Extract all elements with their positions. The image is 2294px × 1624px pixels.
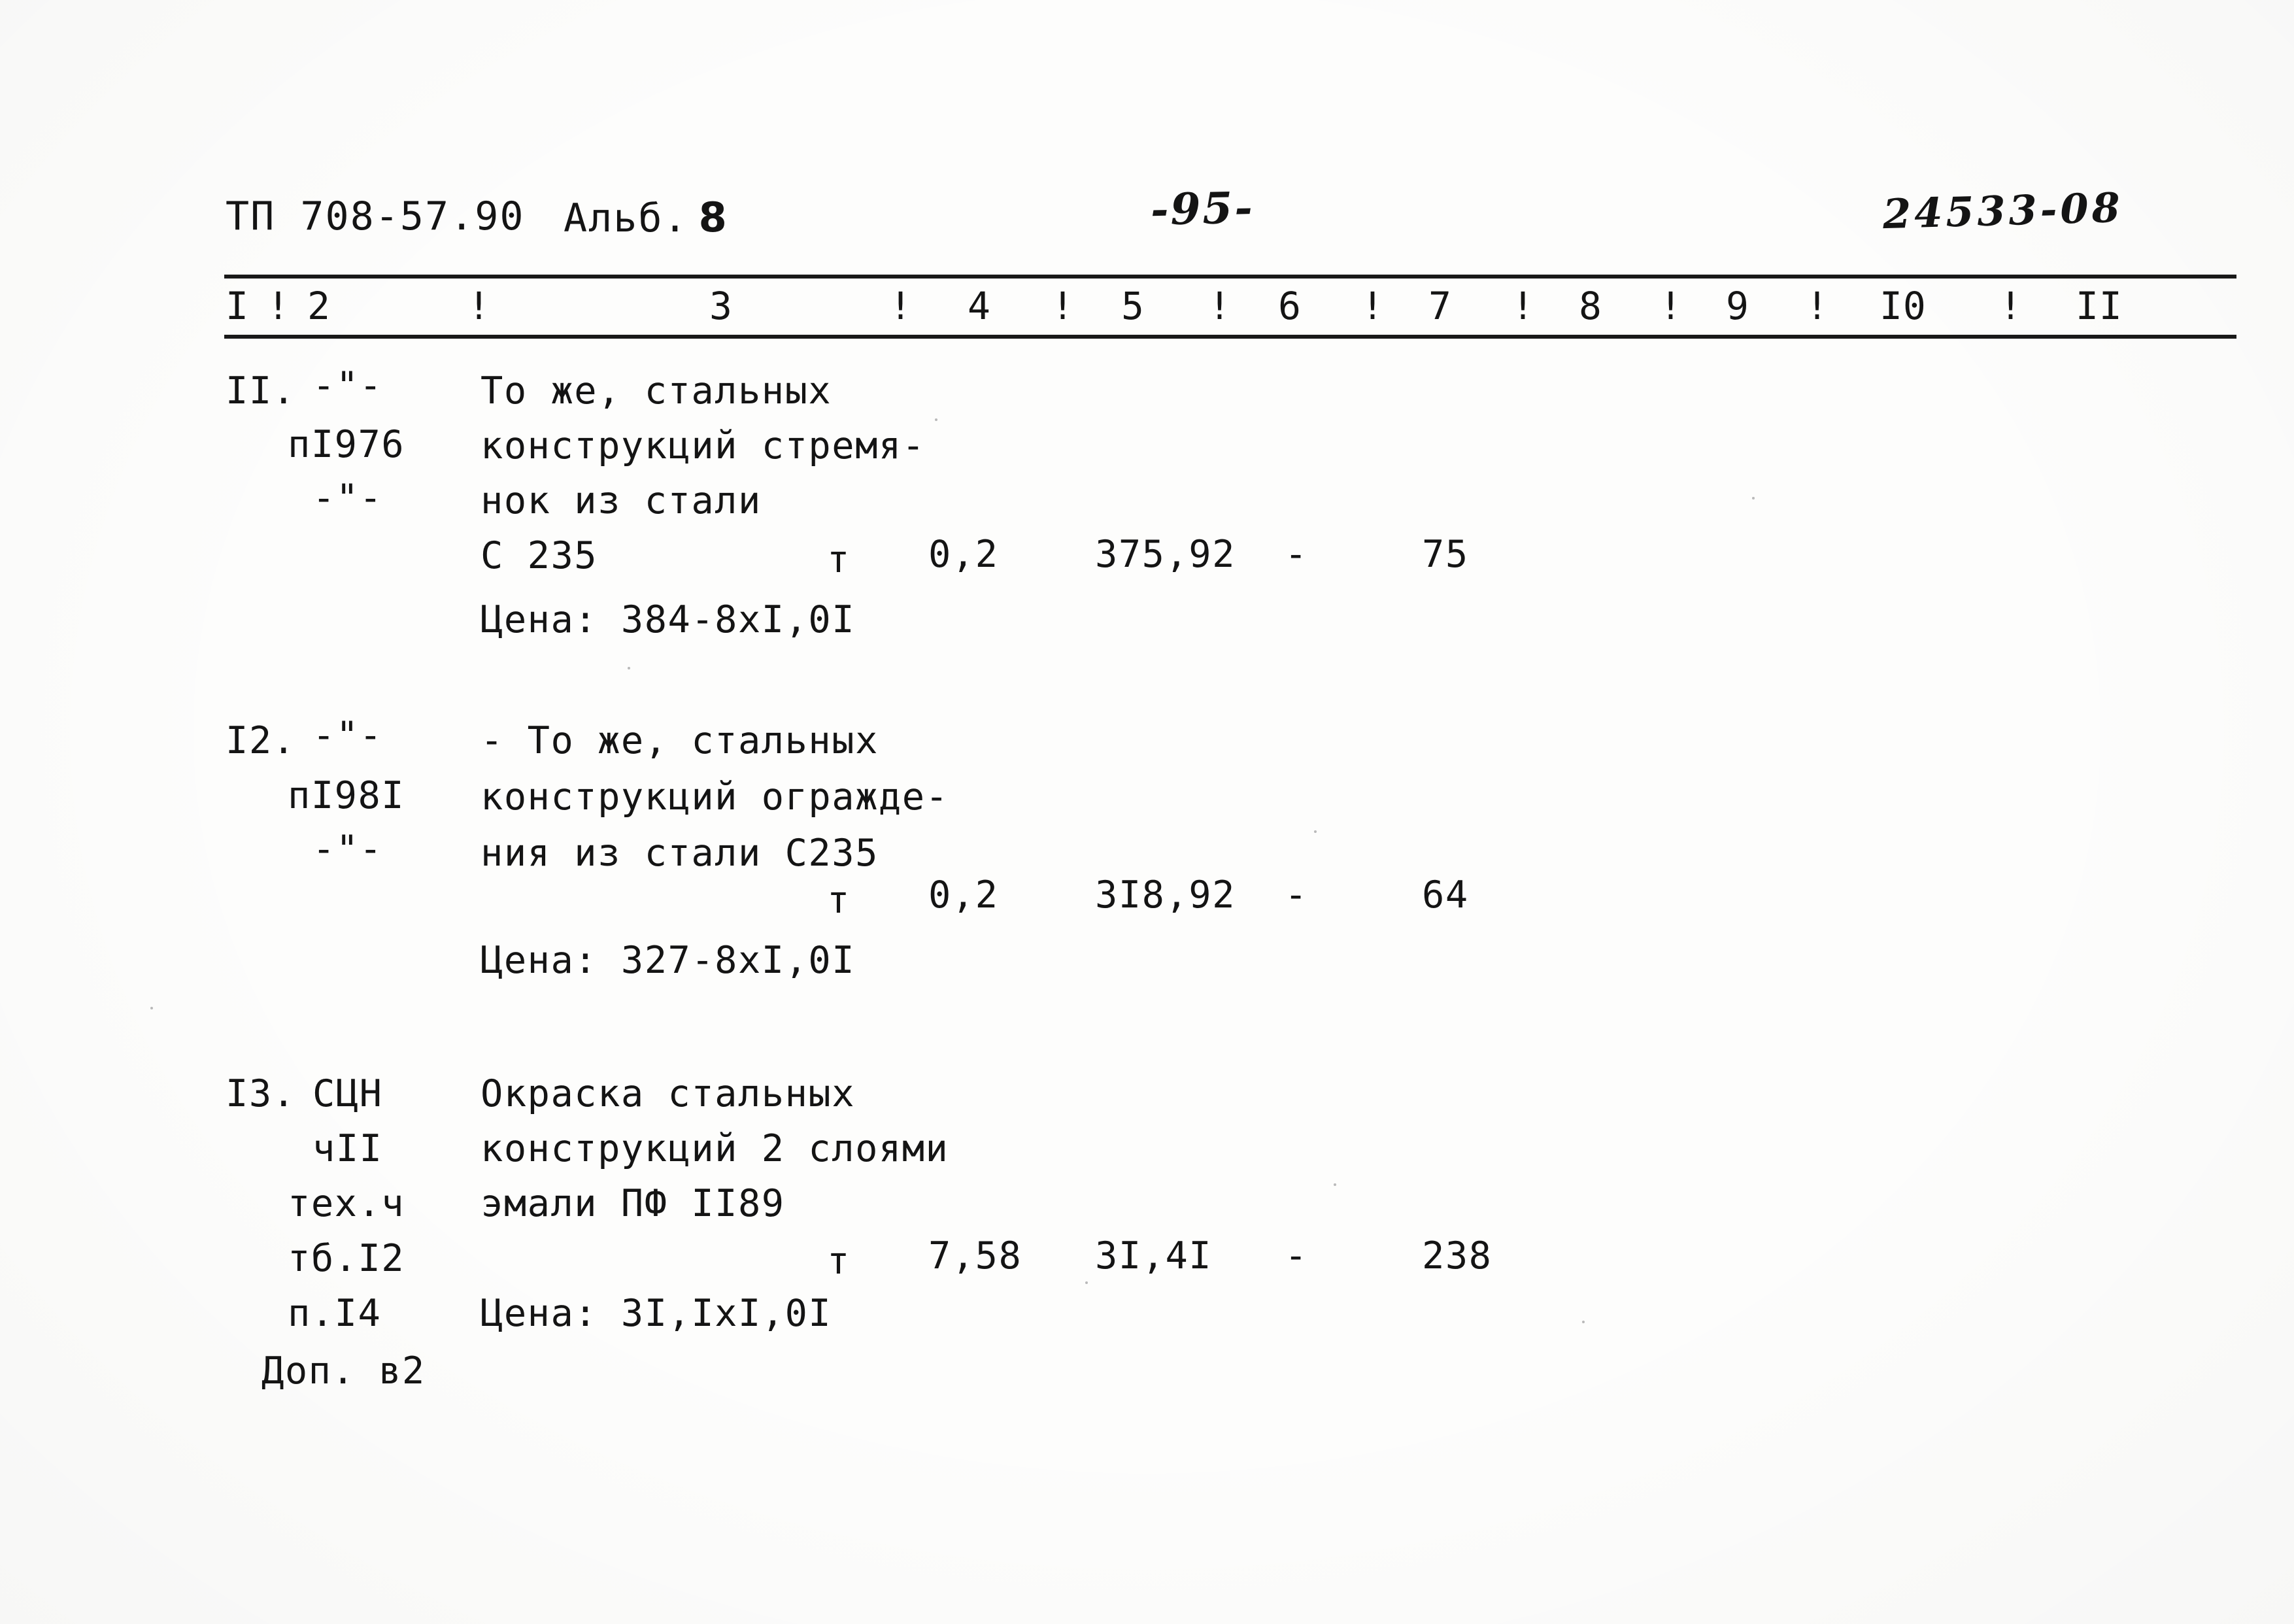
row-description-line: То же, стальных <box>481 369 832 413</box>
row-description-line: нок из стали <box>481 479 762 522</box>
row-item-number: I3. <box>226 1072 296 1115</box>
scan-speck <box>1334 1183 1336 1186</box>
column-header-number: 2 <box>307 284 331 328</box>
column-header-separator: ! <box>1999 284 2023 328</box>
row-quantity: 0,2 <box>928 873 999 917</box>
row-description-line: - То же, стальных <box>481 719 879 762</box>
column-header-number: 7 <box>1428 284 1452 328</box>
column-header-separator: ! <box>889 284 913 328</box>
row-ref-line: тех.ч <box>288 1182 405 1225</box>
row-ref-line: СЦН <box>312 1072 383 1115</box>
row-col6-value: - <box>1285 533 1308 576</box>
row-col6-value: - <box>1285 873 1308 917</box>
row-ref-line: чII <box>312 1127 383 1170</box>
column-header-number: 3 <box>709 284 733 328</box>
row-col6-value: - <box>1285 1234 1308 1277</box>
document-code: ТП 708-57.90 <box>226 194 525 239</box>
row-ref-line: пI98I <box>288 774 405 817</box>
row-quantity: 7,58 <box>928 1234 1022 1277</box>
row-description-line: конструкций стремя- <box>481 424 926 467</box>
row-unit-price: 3I8,92 <box>1095 873 1236 917</box>
column-header-separator: ! <box>1361 284 1385 328</box>
row-unit-price: 375,92 <box>1095 533 1236 576</box>
row-unit: т <box>827 538 851 581</box>
row-description-line: Окраска стальных <box>481 1072 856 1115</box>
scan-speck <box>1314 830 1317 833</box>
row-description-line: ния из стали С235 <box>481 832 879 875</box>
column-header-number: 5 <box>1121 284 1145 328</box>
column-header-separator: ! <box>1208 284 1232 328</box>
row-ref-line: пI976 <box>288 423 405 466</box>
row-price-note: Цена: 3I,IxI,0I <box>481 1292 832 1335</box>
column-header-separator: ! <box>1051 284 1075 328</box>
table-rule-bottom <box>224 335 2236 339</box>
row-description-line: С 235 <box>481 534 598 577</box>
row-ref-line: -"- <box>312 828 383 871</box>
scan-speck <box>1752 497 1755 499</box>
album-label: Альб. <box>564 195 688 241</box>
row-unit: т <box>827 1240 851 1283</box>
scanned-page: ТП 708-57.90 Альб. 8 -95- 24533-08 I23456… <box>0 0 2294 1624</box>
column-header-separator: ! <box>1806 284 1829 328</box>
document-sheet: ТП 708-57.90 Альб. 8 -95- 24533-08 I23456… <box>0 0 2294 1624</box>
stamp-code: 24533-08 <box>1882 183 2124 239</box>
table-column-header-row: I 2 3 4 5 6 7 8 9 I0 II!!!!!!!!!! <box>0 284 2294 332</box>
row-total: 75 <box>1422 533 1469 576</box>
row-price-note: Цена: 384-8xI,0I <box>481 598 856 641</box>
column-header-number: 6 <box>1278 284 1302 328</box>
row-ref-line: тб.I2 <box>288 1237 405 1280</box>
page-number: -95- <box>1150 182 1255 235</box>
column-header-separator: ! <box>267 284 290 328</box>
row-total: 64 <box>1422 873 1469 917</box>
row-ref-line: -"- <box>312 714 383 757</box>
column-header-number: I0 <box>1880 284 1927 328</box>
row-description-line: конструкций 2 слоями <box>481 1127 949 1170</box>
row-item-number: I2. <box>226 719 296 762</box>
row-ref-line: п.I4 <box>288 1292 382 1335</box>
row-unit: т <box>827 879 851 922</box>
scan-speck <box>1582 1321 1585 1323</box>
row-total: 238 <box>1422 1234 1493 1277</box>
column-header-separator: ! <box>1659 284 1683 328</box>
row-ref-line: -"- <box>312 364 383 407</box>
column-header-number: 9 <box>1726 284 1749 328</box>
album-label-group: Альб. 8 <box>564 194 728 241</box>
table-rule-top <box>224 275 2236 279</box>
column-header-number: II <box>2076 284 2123 328</box>
column-header-separator: ! <box>1511 284 1535 328</box>
row-item-number: II. <box>226 369 296 413</box>
row-ref-line: -"- <box>312 477 383 520</box>
column-header-number: I <box>226 284 249 328</box>
album-number: 8 <box>698 194 728 241</box>
row-description-line: эмали ПФ II89 <box>481 1182 785 1225</box>
row-ref-line: Доп. в2 <box>261 1349 426 1393</box>
scan-speck <box>628 667 630 669</box>
column-header-separator: ! <box>467 284 491 328</box>
row-unit-price: 3I,4I <box>1095 1234 1213 1277</box>
row-quantity: 0,2 <box>928 533 999 576</box>
column-header-number: 8 <box>1579 284 1602 328</box>
row-price-note: Цена: 327-8xI,0I <box>481 939 856 982</box>
row-description-line: конструкций огражде- <box>481 775 949 819</box>
scan-speck <box>150 1007 153 1009</box>
page-header: ТП 708-57.90 Альб. 8 -95- 24533-08 <box>0 182 2294 265</box>
column-header-number: 4 <box>968 284 991 328</box>
scan-speck <box>1085 1281 1088 1284</box>
scan-speck <box>935 418 937 421</box>
